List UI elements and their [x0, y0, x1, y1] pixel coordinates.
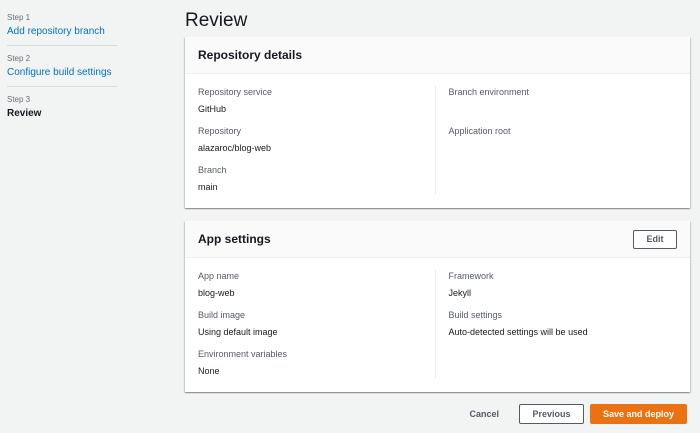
field-app-name: App name blog-web — [198, 270, 427, 299]
field-value: alazaroc/blog-web — [198, 143, 272, 153]
field-label: Repository — [198, 126, 242, 136]
field-value: Jekyll — [448, 288, 472, 298]
field-label: Branch environment — [448, 87, 530, 97]
field-label: Branch — [198, 165, 227, 175]
step-number: Step 2 — [7, 54, 31, 63]
left-column: Repository service GitHub Repository ala… — [198, 86, 436, 194]
step-current-review: Review — [7, 108, 42, 119]
field-label: Framework — [448, 271, 494, 281]
left-column: App name blog-web Build image Using defa… — [198, 270, 436, 378]
step-number: Step 3 — [7, 95, 31, 104]
field-value: GitHub — [198, 104, 227, 114]
field-label: Repository service — [198, 87, 273, 97]
field-value: main — [198, 182, 218, 192]
card-title: App settings — [198, 232, 271, 246]
right-column: Framework Jekyll Build settings Auto-det… — [449, 270, 678, 378]
step-link-configure-build-settings[interactable]: Configure build settings — [7, 66, 117, 79]
wizard-step-2: Step 2 Configure build settings — [7, 53, 117, 87]
field-label: App name — [198, 271, 240, 281]
wizard-step-1: Step 1 Add repository branch — [7, 12, 117, 46]
field-framework: Framework Jekyll — [449, 270, 678, 299]
field-branch-environment: Branch environment — [449, 86, 678, 115]
card-body: Repository service GitHub Repository ala… — [185, 74, 690, 194]
save-and-deploy-button[interactable]: Save and deploy — [590, 404, 687, 424]
field-branch: Branch main — [198, 164, 427, 193]
field-build-image: Build image Using default image — [198, 309, 427, 338]
wizard-steps-nav: Step 1 Add repository branch Step 2 Conf… — [7, 12, 117, 134]
card-header: Repository details — [185, 37, 690, 74]
field-value: Auto-detected settings will be used — [448, 327, 588, 337]
field-label: Environment variables — [198, 349, 288, 359]
step-link-add-repository-branch[interactable]: Add repository branch — [7, 25, 117, 38]
app-settings-card: App settings Edit App name blog-web Buil… — [185, 221, 690, 392]
field-application-root: Application root — [449, 125, 678, 154]
edit-button[interactable]: Edit — [633, 229, 677, 249]
card-body: App name blog-web Build image Using defa… — [185, 258, 690, 378]
field-repository: Repository alazaroc/blog-web — [198, 125, 427, 154]
wizard-footer-actions: Cancel Previous Save and deploy — [469, 404, 687, 424]
field-label: Build settings — [448, 310, 503, 320]
field-value — [449, 103, 678, 115]
field-value: None — [198, 366, 220, 376]
cancel-button[interactable]: Cancel — [469, 409, 499, 419]
step-number: Step 1 — [7, 13, 31, 22]
field-value: Using default image — [198, 327, 278, 337]
page-title: Review — [185, 10, 248, 31]
field-label: Application root — [448, 126, 511, 136]
card-header: App settings Edit — [185, 221, 690, 258]
previous-button[interactable]: Previous — [519, 404, 584, 424]
field-label: Build image — [198, 310, 246, 320]
field-value: blog-web — [198, 288, 235, 298]
card-title: Repository details — [198, 48, 303, 62]
right-column: Branch environment Application root — [449, 86, 678, 194]
field-value — [449, 142, 678, 154]
wizard-step-3: Step 3 Review — [7, 94, 117, 127]
field-environment-variables: Environment variables None — [198, 348, 427, 377]
field-repository-service: Repository service GitHub — [198, 86, 427, 115]
repository-details-card: Repository details Repository service Gi… — [185, 37, 690, 208]
field-build-settings: Build settings Auto-detected settings wi… — [449, 309, 678, 338]
